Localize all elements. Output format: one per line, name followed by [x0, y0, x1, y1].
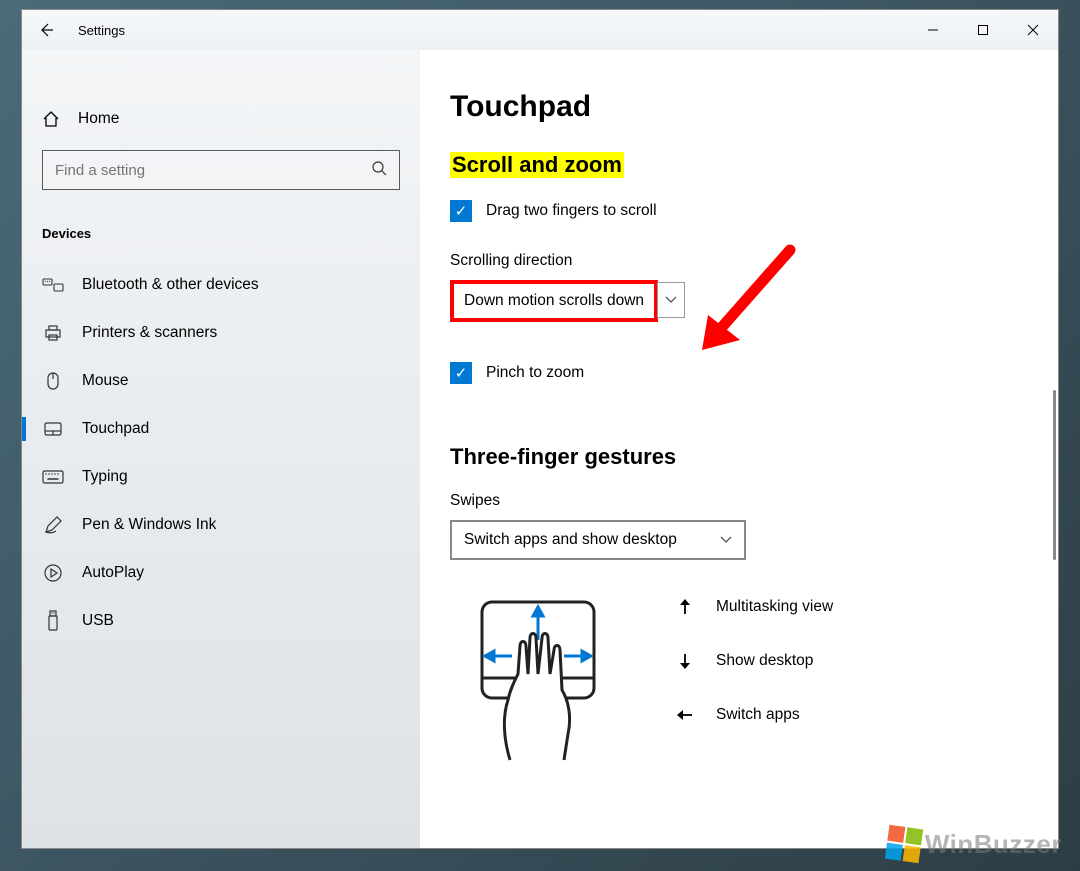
sidebar-item-printers[interactable]: Printers & scanners: [22, 309, 420, 357]
titlebar: Settings: [22, 10, 1058, 50]
gesture-up-row: Multitasking view: [676, 598, 833, 616]
sidebar-item-label: Bluetooth & other devices: [82, 276, 259, 294]
minimize-button[interactable]: [908, 10, 958, 50]
search-input[interactable]: [55, 162, 371, 179]
chevron-down-icon: [720, 536, 732, 544]
watermark-logo-icon: [885, 825, 923, 863]
page-title: Touchpad: [450, 90, 1028, 124]
scrolling-direction-dropdown[interactable]: Down motion scrolls down: [454, 284, 654, 318]
printer-icon: [42, 322, 64, 344]
category-header: Devices: [22, 214, 420, 261]
checkbox-pinch-zoom-row: ✓ Pinch to zoom: [450, 362, 1028, 384]
minimize-icon: [927, 24, 939, 36]
scrollbar[interactable]: [1053, 390, 1056, 560]
swipes-label: Swipes: [450, 492, 1028, 510]
sidebar-item-autoplay[interactable]: AutoPlay: [22, 549, 420, 597]
watermark: WinBuzzer: [887, 827, 1062, 861]
swipes-dropdown[interactable]: Switch apps and show desktop: [450, 520, 746, 560]
checkbox-drag-scroll[interactable]: ✓: [450, 200, 472, 222]
sidebar-item-usb[interactable]: USB: [22, 597, 420, 645]
sidebar-item-label: Typing: [82, 468, 128, 486]
home-label: Home: [78, 110, 119, 128]
close-icon: [1027, 24, 1039, 36]
sidebar-item-label: USB: [82, 612, 114, 630]
gesture-down-label: Show desktop: [716, 652, 813, 670]
watermark-text: WinBuzzer: [925, 829, 1062, 860]
maximize-button[interactable]: [958, 10, 1008, 50]
sidebar-item-label: Touchpad: [82, 420, 149, 438]
scrolling-direction-value: Down motion scrolls down: [464, 292, 644, 310]
sidebar-item-label: AutoPlay: [82, 564, 144, 582]
sidebar-item-label: Printers & scanners: [82, 324, 217, 342]
close-button[interactable]: [1008, 10, 1058, 50]
home-link[interactable]: Home: [22, 100, 420, 138]
keyboard-icon: [42, 466, 64, 488]
chevron-down-icon: [665, 296, 677, 304]
autoplay-icon: [42, 562, 64, 584]
arrow-down-icon: [676, 652, 694, 670]
back-button[interactable]: [22, 10, 70, 50]
window-controls: [908, 10, 1058, 50]
scrolling-direction-highlight: Down motion scrolls down: [450, 280, 658, 322]
settings-window: Settings Home Devices: [21, 9, 1059, 849]
arrow-left-icon: [676, 706, 694, 724]
sidebar-item-pen[interactable]: Pen & Windows Ink: [22, 501, 420, 549]
search-icon: [371, 160, 387, 180]
scrolling-direction-label: Scrolling direction: [450, 252, 1028, 270]
bluetooth-icon: [42, 274, 64, 296]
window-body: Home Devices Bluetooth & other devices P…: [22, 50, 1058, 848]
back-arrow-icon: [38, 22, 54, 38]
sidebar-item-bluetooth[interactable]: Bluetooth & other devices: [22, 261, 420, 309]
checkbox-pinch-zoom-label: Pinch to zoom: [486, 364, 584, 382]
sidebar-item-label: Pen & Windows Ink: [82, 516, 216, 534]
pen-icon: [42, 514, 64, 536]
search-box[interactable]: [42, 150, 400, 190]
arrow-up-icon: [676, 598, 694, 616]
swipes-value: Switch apps and show desktop: [464, 531, 677, 549]
touchpad-icon: [42, 418, 64, 440]
checkbox-drag-scroll-label: Drag two fingers to scroll: [486, 202, 657, 220]
section-three-finger: Three-finger gestures: [450, 444, 676, 470]
gesture-left-label: Switch apps: [716, 706, 800, 724]
sidebar-item-label: Mouse: [82, 372, 129, 390]
checkbox-pinch-zoom[interactable]: ✓: [450, 362, 472, 384]
maximize-icon: [977, 24, 989, 36]
usb-icon: [42, 610, 64, 632]
sidebar: Home Devices Bluetooth & other devices P…: [22, 50, 420, 848]
touchpad-gesture-icon: [450, 590, 626, 766]
sidebar-item-typing[interactable]: Typing: [22, 453, 420, 501]
sidebar-item-mouse[interactable]: Mouse: [22, 357, 420, 405]
section-scroll-zoom: Scroll and zoom: [450, 152, 624, 178]
gesture-legend: Multitasking view Show desktop Switch ap…: [676, 590, 833, 724]
scrolling-direction-caret[interactable]: [657, 282, 685, 318]
gesture-diagram-area: Multitasking view Show desktop Switch ap…: [450, 590, 1028, 766]
gesture-down-row: Show desktop: [676, 652, 833, 670]
sidebar-item-touchpad[interactable]: Touchpad: [22, 405, 420, 453]
gesture-up-label: Multitasking view: [716, 598, 833, 616]
gesture-left-row: Switch apps: [676, 706, 833, 724]
app-title: Settings: [78, 23, 125, 38]
checkbox-drag-scroll-row: ✓ Drag two fingers to scroll: [450, 200, 1028, 222]
home-icon: [42, 110, 60, 128]
mouse-icon: [42, 370, 64, 392]
content-pane: Touchpad Scroll and zoom ✓ Drag two fing…: [420, 50, 1058, 848]
